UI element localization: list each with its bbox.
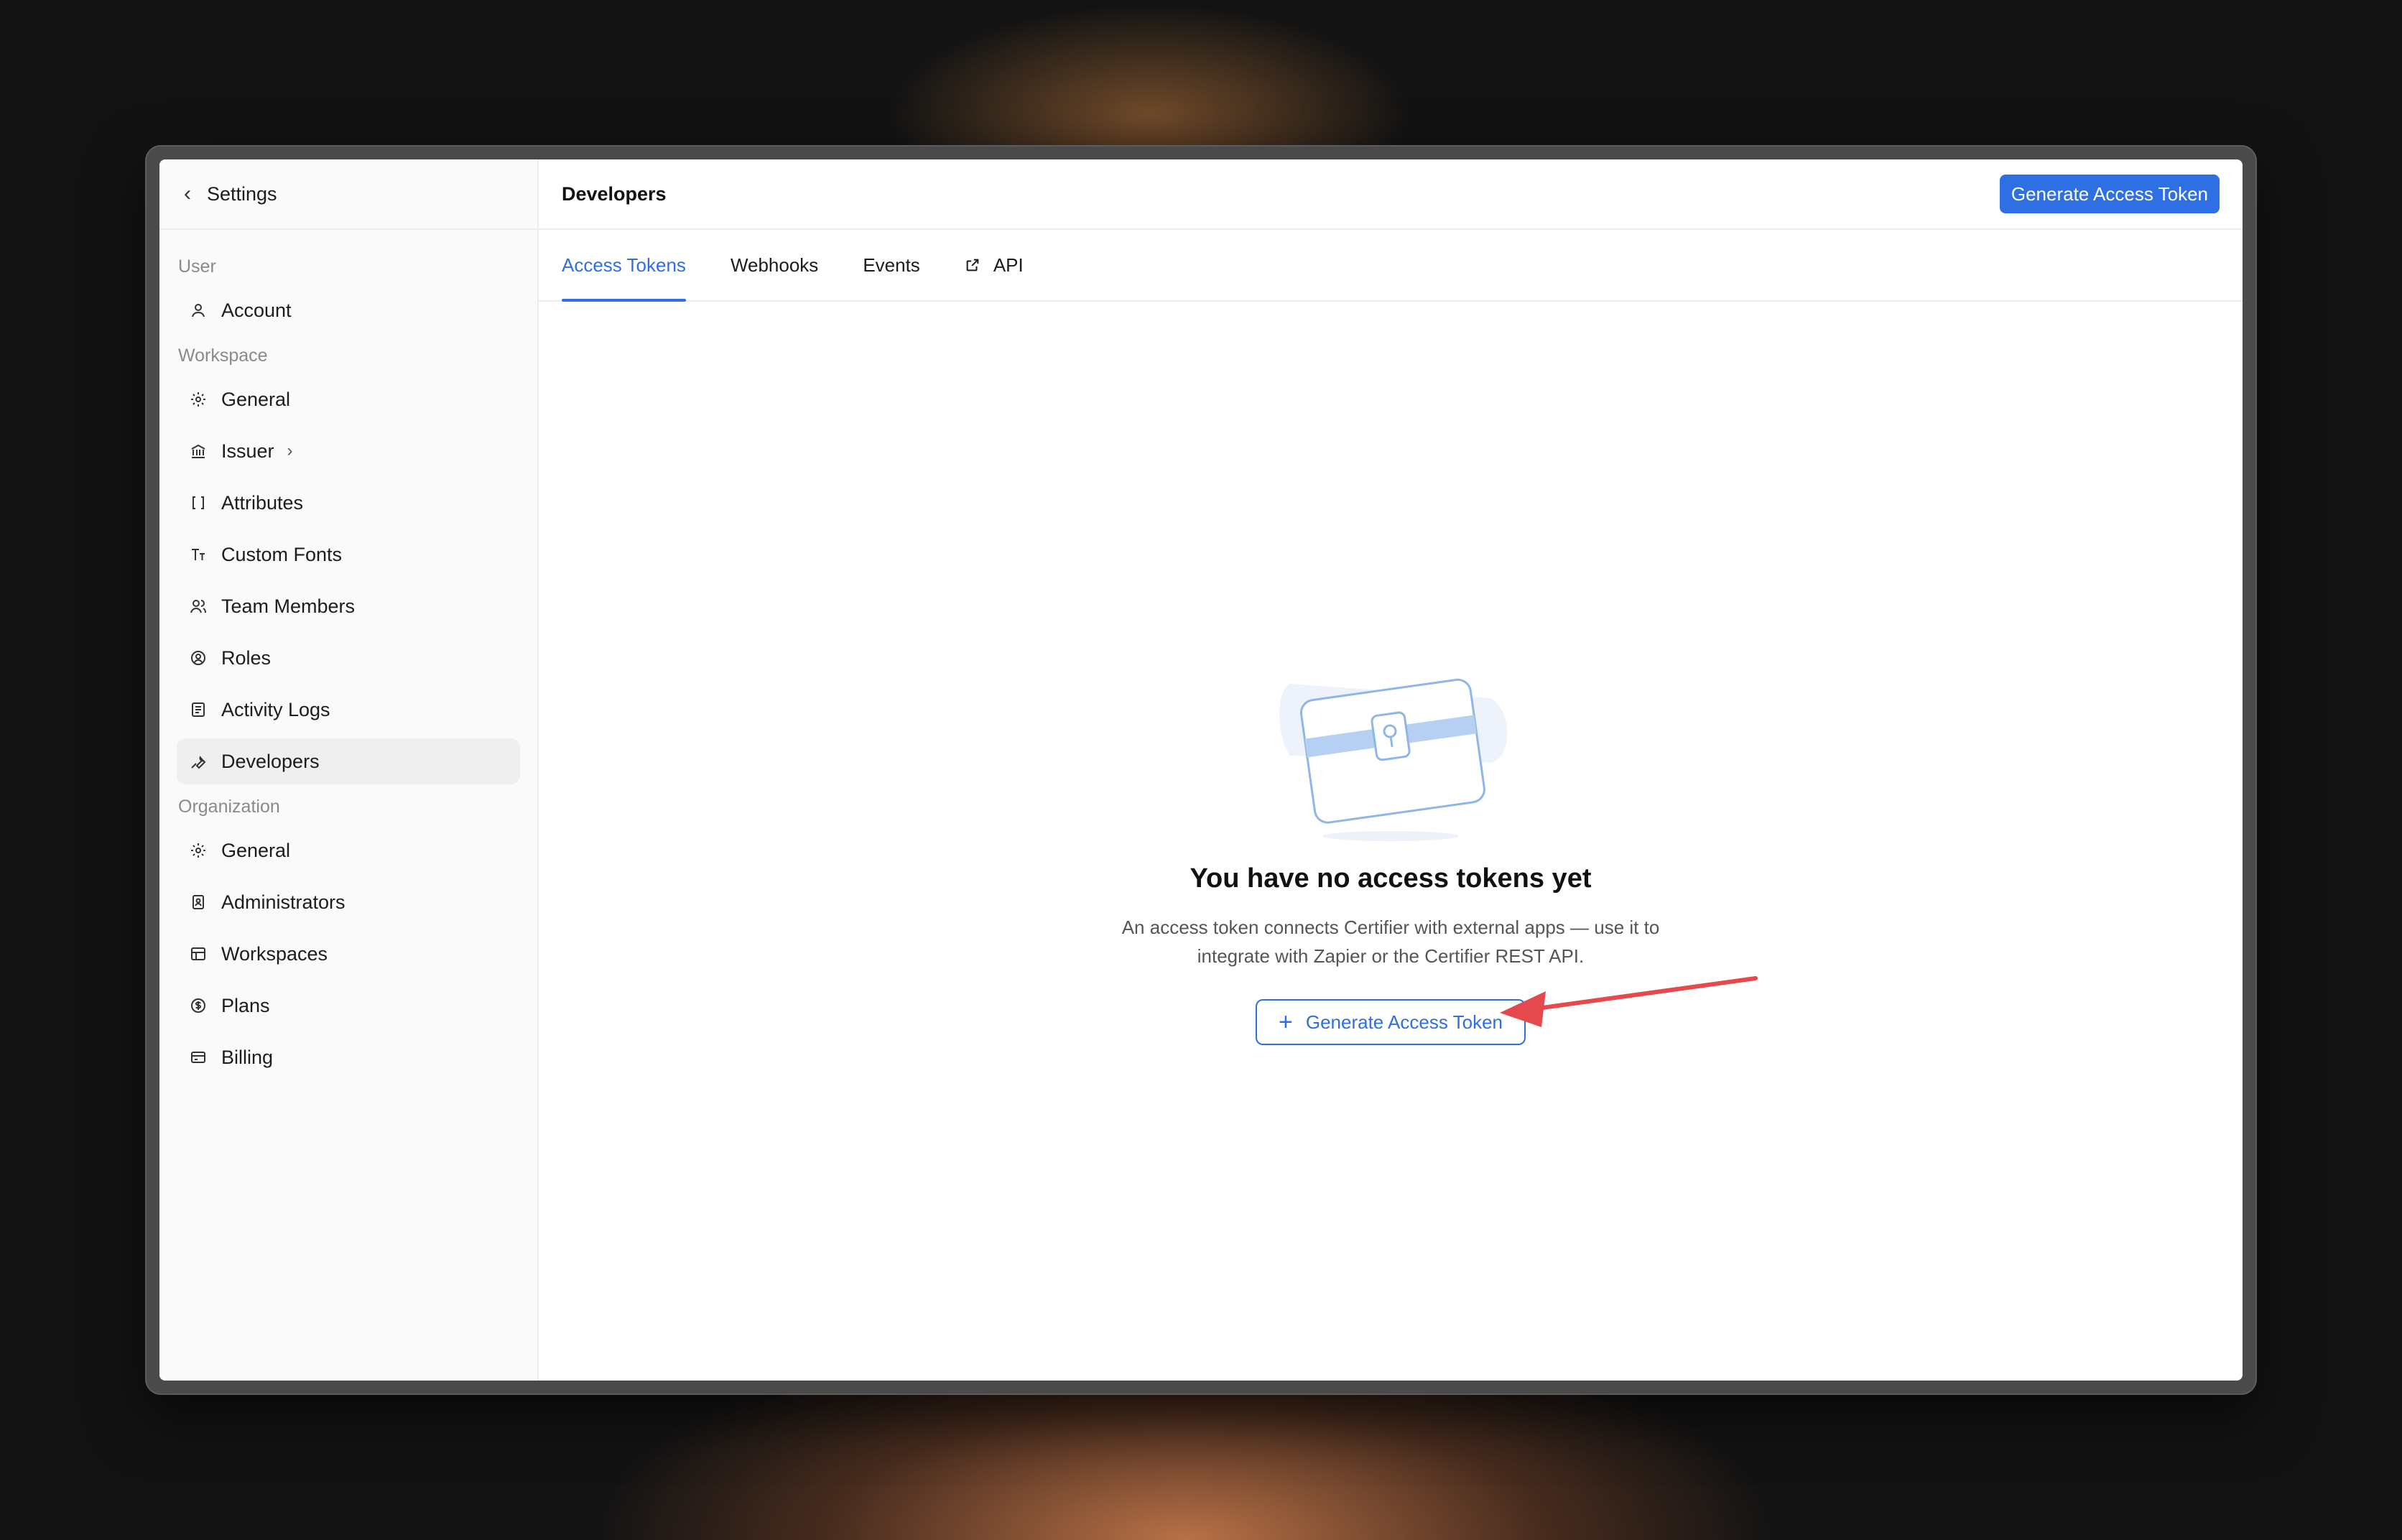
sidebar-item-label: Billing [221,1046,274,1068]
sidebar-item-label: Attributes [221,491,304,514]
empty-state-description-line: integrate with Zapier or the Certifier R… [1197,945,1585,967]
sidebar-item-label: Plans [221,994,270,1016]
tab-events[interactable]: Events [863,230,920,300]
section-label-user: User [178,256,216,277]
sidebar-item-team-members[interactable]: Team Members [177,583,520,629]
users-icon [188,596,208,616]
sidebar-item-activity-logs[interactable]: Activity Logs [177,687,520,733]
sidebar-item-attributes[interactable]: Attributes [177,480,520,526]
settings-sidebar: ‹ Settings User Account Workspace Genera… [159,159,539,1381]
sidebar-item-custom-fonts[interactable]: Custom Fonts [177,532,520,578]
chevron-right-icon: › [287,441,293,460]
sidebar-item-label: Developers [221,750,320,772]
sidebar-item-label: General [221,839,291,861]
sidebar-item-general[interactable]: General [177,376,520,422]
sidebar-item-issuer[interactable]: Issuer › [177,428,520,474]
wrench-icon [188,751,208,771]
text-size-icon [188,544,208,565]
app-window: ‹ Settings User Account Workspace Genera… [159,159,2243,1381]
section-label-workspace: Workspace [178,345,268,366]
settings-back-label: Settings [207,182,277,205]
button-label: Generate Access Token [1305,1011,1503,1033]
tab-webhooks[interactable]: Webhooks [731,230,818,300]
sidebar-item-org-general[interactable]: General [177,827,520,873]
settings-back-link[interactable]: ‹ Settings [159,159,537,230]
sidebar-item-label: Issuer [221,440,274,462]
gear-icon [188,840,208,861]
sidebar-item-label: Team Members [221,595,356,617]
sidebar-item-workspaces[interactable]: Workspaces [177,931,520,977]
tab-api[interactable]: API [965,230,1024,300]
developer-tabs: Access Tokens Webhooks Events API [539,230,2243,302]
sidebar-item-label: Workspaces [221,942,328,965]
sidebar-item-developers[interactable]: Developers [177,738,520,784]
external-link-icon [966,259,979,272]
page-header: Developers Generate Access Token [539,159,2243,230]
sidebar-item-label: Administrators [221,891,346,913]
plus-icon: + [1279,1008,1293,1036]
credit-card-icon [188,1047,208,1067]
log-icon [188,700,208,720]
role-icon [188,648,208,668]
sidebar-item-label: General [221,388,291,410]
sidebar-item-label: Activity Logs [221,698,330,720]
admin-badge-icon [188,892,208,912]
sidebar-item-label: Roles [221,646,272,669]
empty-state-description-line: An access token connects Certifier with … [1121,917,1660,938]
empty-state: You have no access tokens yet An access … [539,648,2243,1045]
sidebar-item-administrators[interactable]: Administrators [177,879,520,925]
empty-state-title: You have no access tokens yet [1190,863,1592,894]
locked-chest-icon [1279,678,1508,841]
sidebar-item-account[interactable]: Account [177,287,520,333]
sidebar-item-label: Custom Fonts [221,543,343,565]
sidebar-item-plans[interactable]: Plans [177,983,520,1029]
main-content: Developers Generate Access Token Access … [539,159,2243,1381]
bank-icon [188,441,208,461]
dollar-circle-icon [188,996,208,1016]
chevron-left-icon: ‹ [184,182,191,205]
sidebar-item-label: Account [221,299,292,321]
generate-access-token-header-button[interactable]: Generate Access Token [1999,175,2220,213]
page-title: Developers [562,182,667,205]
gear-icon [188,389,208,409]
section-label-organization: Organization [178,797,280,817]
generate-access-token-button[interactable]: + Generate Access Token [1256,999,1526,1045]
tab-label: API [993,254,1024,276]
sidebar-item-billing[interactable]: Billing [177,1034,520,1080]
user-icon [188,300,208,320]
brackets-icon [188,493,208,513]
empty-state-description: An access token connects Certifier with … [1103,913,1678,970]
sidebar-item-roles[interactable]: Roles [177,635,520,681]
tab-access-tokens[interactable]: Access Tokens [562,230,686,302]
layout-icon [188,944,208,964]
